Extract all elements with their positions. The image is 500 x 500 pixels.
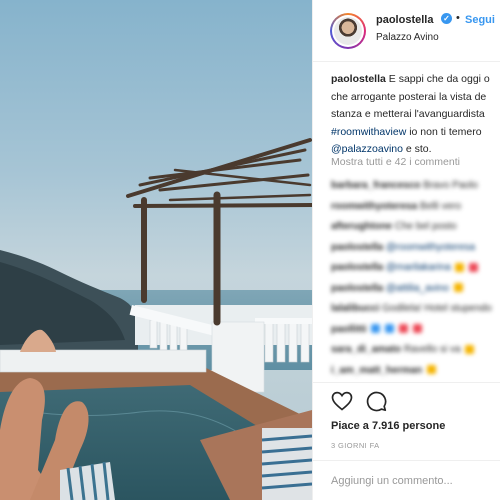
follow-button[interactable]: Segui [465, 14, 495, 26]
post-header: paolostella ✓ • Segui Palazzo Avino [313, 0, 500, 62]
comment-input[interactable] [331, 471, 496, 491]
comment-item: paolostella @attilia_avino [331, 279, 500, 300]
comment-text: Godilela! Hotel stupendo [382, 303, 492, 314]
post-photo [0, 0, 312, 500]
comment-item: paolostella @marilakarina [331, 258, 500, 279]
verified-badge-icon: ✓ [441, 13, 452, 24]
comments-list: barbara_francesco Bravo Paolo roomwithyo… [331, 176, 500, 381]
likes-count[interactable]: Piace a 7.916 persone [331, 420, 445, 432]
comment-username[interactable]: paollitti [331, 324, 367, 335]
add-comment-area [313, 460, 500, 500]
post-timestamp: 3 GIORNI FA [331, 441, 380, 450]
caption-text-3: stanza e metterai l'avanguardista [331, 108, 485, 120]
show-all-comments-link[interactable]: Mostra tutti e 42 i commenti [331, 156, 460, 168]
comment-username[interactable]: sara_di_amato [331, 344, 401, 355]
emoji-icon [371, 324, 381, 334]
comment-username[interactable]: paolostella [331, 283, 383, 294]
comment-item: barbara_francesco Bravo Paolo [331, 176, 500, 197]
heart-icon[interactable] [330, 389, 354, 413]
caption-text-1: E sappi che da oggi o [388, 73, 490, 85]
emoji-icon [453, 283, 463, 293]
post-caption: paolostella E sappi che da oggi o che ar… [331, 71, 500, 159]
comment-username[interactable]: i_am_matt_herman [331, 365, 422, 376]
emoji-icon [385, 324, 395, 334]
comment-text: Ravello si va [403, 344, 461, 355]
comment-username[interactable]: barbara_francesco [331, 180, 421, 191]
emoji-icon [426, 365, 436, 375]
comment-item: lalalibucci Godilela! Hotel stupendo [331, 299, 500, 320]
comment-text: Belli vero [419, 200, 462, 212]
comment-username[interactable]: paolostella [331, 262, 383, 273]
comment-text: Che bel posto [394, 221, 457, 232]
comment-item: roomwithyoteresa Belli vero [331, 197, 500, 218]
emoji-icon [412, 324, 422, 334]
comment-mention[interactable]: @roomwithyoteresa [386, 242, 475, 253]
emoji-icon [469, 262, 479, 272]
post-username[interactable]: paolostella [376, 14, 433, 26]
caption-text-2: che arrogante posterai la vista de [331, 90, 487, 103]
emoji-icon [465, 344, 475, 354]
comment-item: paollitti [331, 320, 500, 341]
comment-username[interactable]: afterughtone [331, 221, 392, 232]
caption-text-4: io non ti temero [406, 125, 482, 138]
comment-mention[interactable]: @attilia_avino [386, 283, 449, 294]
caption-mention[interactable]: @palazzoavino [331, 143, 403, 155]
comment-item: sara_di_amato Ravello si va [331, 340, 500, 361]
comment-item: afterughtone Che bel posto [331, 217, 500, 238]
post-location[interactable]: Palazzo Avino [376, 32, 439, 43]
avatar-image [334, 17, 362, 45]
post-photo-scene [0, 0, 312, 500]
comment-item: paolostella @roomwithyoteresa [331, 238, 500, 259]
emoji-icon [455, 262, 465, 272]
comment-username[interactable]: roomwithyoteresa [331, 201, 417, 212]
avatar[interactable] [330, 13, 366, 49]
comment-mention[interactable]: @marilakarina [386, 262, 451, 273]
comment-item: i_am_matt_herman [331, 361, 500, 382]
post-actions: Piace a 7.916 persone 3 GIORNI FA [313, 382, 500, 457]
comment-icon[interactable] [364, 389, 388, 413]
emoji-icon [398, 324, 408, 334]
comment-username[interactable]: paolostella [331, 242, 383, 253]
caption-username[interactable]: paolostella [331, 73, 386, 85]
comment-text: Bravo Paolo [423, 180, 478, 191]
post-side-panel: paolostella ✓ • Segui Palazzo Avino paol… [312, 0, 500, 500]
separator-dot: • [456, 12, 460, 24]
caption-hashtag[interactable]: #roomwithaview [331, 126, 406, 138]
comment-username[interactable]: lalalibucci [331, 303, 379, 314]
caption-text-5: e sto. [402, 143, 432, 155]
